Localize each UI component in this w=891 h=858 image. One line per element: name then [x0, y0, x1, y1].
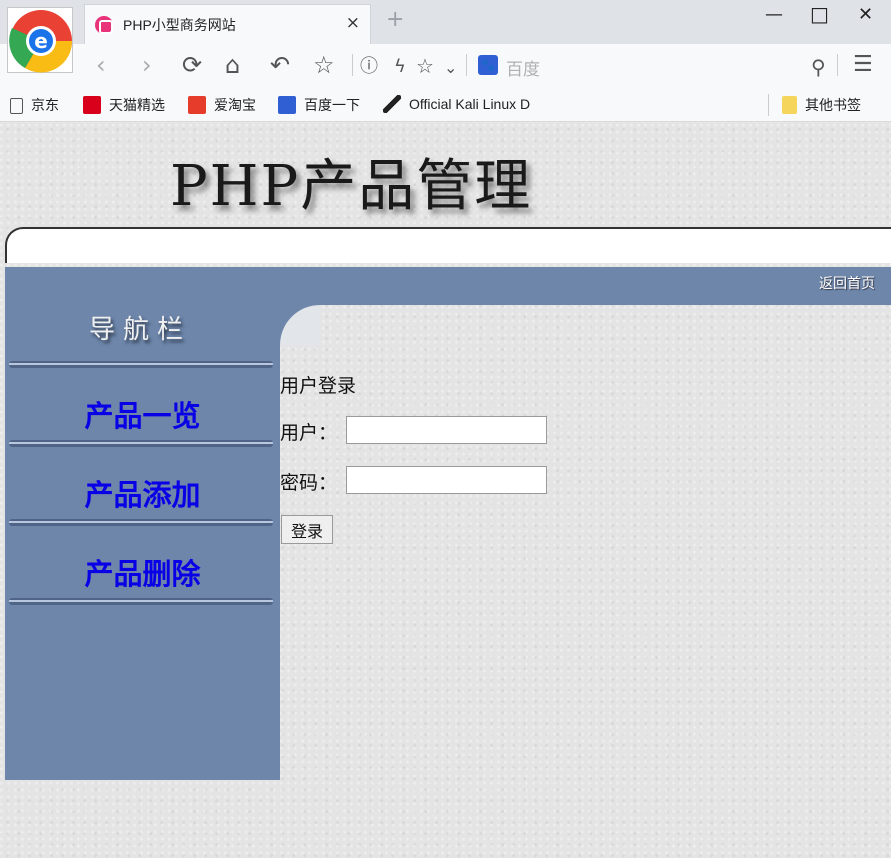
browser-toolbar: ‹ › ⟳ ⌂ ↶ ☆ ⓘ ϟ ☆ ⌄ 🐾 百度 ⚲ ☰ [0, 44, 891, 88]
site-info-icon[interactable]: ⓘ [360, 53, 378, 81]
sidebar-title: 导航栏 [88, 315, 191, 345]
forward-icon[interactable]: › [142, 51, 152, 79]
menu-icon[interactable]: ☰ [853, 51, 873, 79]
password-label: 密码： [280, 472, 338, 494]
bookmark-other-folder[interactable]: 其他书签 [782, 95, 861, 115]
tab-title: PHP小型商务网站 [123, 17, 236, 33]
nav-item-product-add[interactable]: 产品添加 [5, 472, 280, 514]
kali-icon [383, 95, 401, 113]
nav-item-product-delete[interactable]: 产品删除 [5, 551, 280, 593]
password-input[interactable] [346, 466, 547, 494]
home-icon[interactable]: ⌂ [225, 51, 240, 79]
bookmarks-divider [768, 94, 769, 116]
content-corner [280, 305, 320, 345]
user-label: 用户： [280, 422, 338, 444]
bookmark-kali[interactable]: Official Kali Linux D [383, 95, 530, 113]
taobao-icon [188, 96, 206, 114]
nav-divider [9, 440, 273, 447]
back-icon[interactable]: ‹ [96, 51, 106, 79]
bookmark-aitaobao[interactable]: 爱淘宝 [188, 95, 256, 115]
window-close-icon[interactable]: ✕ [858, 4, 873, 25]
baidu-search-icon[interactable]: 🐾 [478, 55, 498, 75]
new-tab-icon[interactable]: + [386, 7, 404, 32]
chevron-down-icon[interactable]: ⌄ [444, 54, 457, 82]
svg-text:e: e [34, 29, 48, 53]
bookmark-tmall[interactable]: 天猫精选 [83, 95, 165, 115]
login-title: 用户登录 [280, 375, 357, 397]
bookmark-baidu[interactable]: 百度一下 [278, 95, 360, 115]
nav-divider [9, 361, 273, 368]
toolbar-divider [466, 54, 467, 76]
address-bar-input[interactable]: 百度 [506, 55, 540, 80]
bookmark-star-icon[interactable]: ☆ [416, 52, 434, 80]
maximize-icon[interactable]: □ [810, 2, 829, 26]
sidebar-nav: 导航栏 产品一览 产品添加 产品删除 [5, 305, 280, 780]
page-icon [10, 98, 23, 114]
toolbar-divider [352, 54, 353, 76]
user-input[interactable] [346, 416, 547, 444]
active-tab[interactable]: PHP小型商务网站 × [84, 4, 371, 44]
reload-icon[interactable]: ⟳ [182, 51, 202, 79]
tmall-icon [83, 96, 101, 114]
site-favicon-icon [95, 16, 113, 34]
page-viewport: PHP产品管理 返回首页 导航栏 产品一览 产品添加 产品删除 用户登录 用户：… [0, 123, 891, 858]
site-title: PHP产品管理 [170, 154, 533, 219]
bookmark-jd[interactable]: 京东 [10, 95, 59, 115]
favorite-star-icon[interactable]: ☆ [313, 51, 335, 79]
login-button[interactable]: 登录 [281, 515, 333, 544]
nav-divider [9, 519, 273, 526]
speed-mode-icon[interactable]: ϟ [394, 53, 406, 81]
nav-item-product-list[interactable]: 产品一览 [5, 393, 280, 435]
minimize-icon[interactable]: — [765, 4, 783, 25]
toolbar-divider [837, 54, 838, 76]
tab-close-icon[interactable]: × [346, 13, 360, 33]
back-home-link[interactable]: 返回首页 [819, 273, 875, 293]
bookmarks-bar: 京东 天猫精选 爱淘宝 百度一下 Official Kali Linux D 其… [0, 88, 891, 122]
header-bar [5, 227, 891, 263]
folder-icon [782, 96, 797, 114]
top-strip: 返回首页 [5, 267, 891, 305]
nav-divider [9, 598, 273, 605]
browser-logo-icon[interactable]: e [7, 7, 73, 73]
undo-icon[interactable]: ↶ [270, 51, 290, 79]
browser-tab-bar: e PHP小型商务网站 × + — □ ✕ [0, 0, 891, 73]
baidu-icon [278, 96, 296, 114]
search-icon[interactable]: ⚲ [811, 53, 826, 81]
